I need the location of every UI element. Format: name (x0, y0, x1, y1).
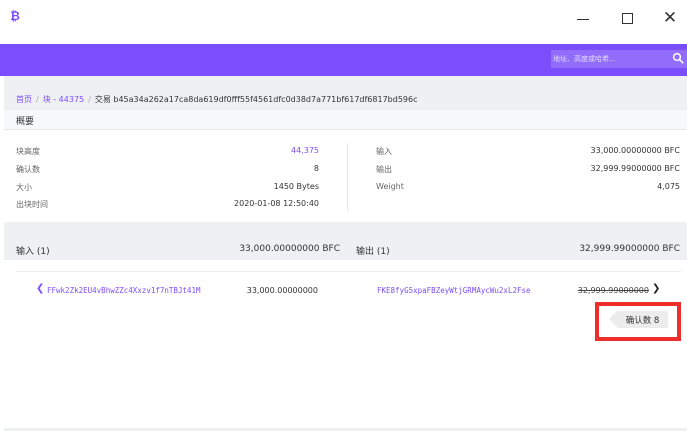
output-total-value: 32,999.99000000 BFC (590, 164, 680, 173)
close-icon: ✕ (662, 7, 678, 28)
overview-divider (347, 143, 348, 211)
logo[interactable]: ₿ BITFREE (6, 7, 82, 25)
weight-label: Weight (376, 182, 404, 191)
output-address-link[interactable]: FKE8fyG5xpaFBZeyWtjGRMAycWu2xL2Fse (377, 286, 531, 295)
inputs-count-label: 输入 (1) (16, 247, 50, 257)
input-amount: 33,000.00000000 (246, 286, 318, 295)
minimize-button[interactable] (565, 4, 601, 32)
search-input[interactable] (553, 50, 665, 68)
outputs-count-label: 输出 (1) (356, 247, 390, 257)
weight-value: 4,075 (657, 182, 680, 191)
breadcrumb: 首页 / 块 - 44375/交易 b45a34a262a17ca8da619df0… (16, 94, 418, 105)
block-time-value: 2020-01-08 12:50:40 (234, 199, 319, 208)
output-total-label: 输出 (376, 165, 392, 174)
search-icon[interactable] (672, 52, 684, 64)
logo-text: BITFREE (25, 8, 83, 24)
block-height-link[interactable]: 44,375 (291, 146, 319, 155)
confirmations-value: 8 (313, 164, 319, 173)
chevron-right-icon[interactable]: ❯ (652, 283, 660, 294)
breadcrumb-home-link[interactable]: 首页 (16, 95, 32, 104)
size-value: 1450 Bytes (273, 182, 319, 191)
outputs-total-amount: 32,999.99000000 BFC (579, 244, 680, 254)
breadcrumb-separator: / (36, 95, 39, 104)
confirmations-label: 确认数 (16, 165, 40, 174)
size-label: 大小 (16, 183, 32, 192)
breadcrumb-block-link[interactable]: 块 - 44375 (43, 95, 84, 104)
overview-header (4, 110, 687, 130)
overview-title: 概要 (16, 117, 35, 127)
maximize-button[interactable] (609, 4, 645, 32)
input-total-value: 33,000.00000000 BFC (590, 146, 680, 155)
maximize-icon (621, 12, 633, 24)
minimize-icon (577, 18, 589, 20)
chevron-left-icon[interactable]: ❮ (36, 283, 44, 294)
output-amount: 32,999.99000000 (577, 286, 649, 295)
inputs-total-amount: 33,000.00000000 BFC (239, 244, 340, 254)
bitcoin-logo-icon: ₿ (6, 7, 24, 25)
input-total-label: 输入 (376, 147, 392, 156)
transaction-divider (16, 271, 681, 272)
highlight-box (595, 302, 681, 341)
block-height-label: 块高度 (16, 147, 40, 156)
close-button[interactable]: ✕ (652, 4, 687, 32)
breadcrumb-current: 交易 b45a34a262a17ca8da619df0fff55f4561dfc… (94, 95, 418, 104)
input-address-link[interactable]: FFwk2Zk2EU4vBhwZZc4Xxzv1f7nTBJt41M (47, 286, 201, 295)
block-time-label: 出块时间 (16, 200, 48, 209)
breadcrumb-separator: / (88, 95, 91, 104)
